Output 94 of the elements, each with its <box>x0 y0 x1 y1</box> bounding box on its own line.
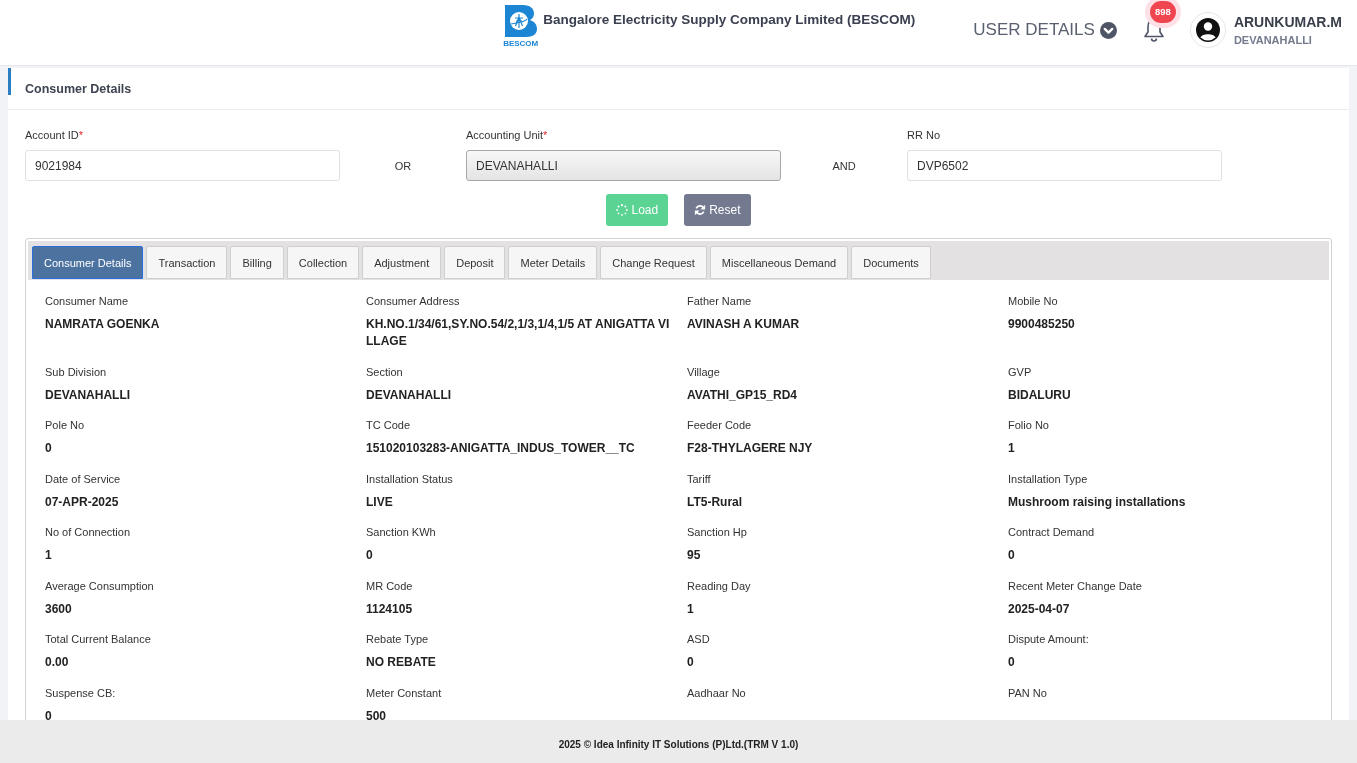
detail-value: BIDALURU <box>1008 386 1072 404</box>
detail-label: Sanction Hp <box>687 525 748 540</box>
detail-label: Date of Service <box>45 471 122 487</box>
detail-label: Suspense CB: <box>45 685 117 701</box>
tab[interactable]: Transaction <box>146 246 228 279</box>
detail-label: Aadhaar No <box>687 685 747 701</box>
notification-badge: 898 <box>1144 0 1181 28</box>
tab[interactable]: Miscellaneous Demand <box>709 246 849 279</box>
detail-label: Section <box>366 364 404 380</box>
detail-label: Contract Demand <box>1008 525 1096 540</box>
logo-icon <box>504 5 537 37</box>
detail-value: DEVANAHALLI <box>366 386 453 404</box>
chevron-down-icon <box>1099 21 1117 39</box>
detail-label: Pole No <box>45 418 86 433</box>
detail-value: 0 <box>687 654 695 671</box>
detail-value: 9900485250 <box>1008 316 1076 333</box>
detail-value: 95 <box>687 547 702 564</box>
logo-caption: BESCOM <box>503 39 539 48</box>
detail-label: Reading Day <box>687 578 752 594</box>
user-name: ARUNKUMAR.M <box>1233 13 1342 30</box>
detail-label: GVP <box>1008 364 1033 380</box>
card-title: Consumer Details <box>25 81 132 96</box>
detail-value: NO REBATE <box>366 654 437 671</box>
detail-value: AVINASH A KUMAR <box>687 316 801 333</box>
detail-value: 2025-04-07 <box>1008 600 1071 618</box>
spinner-icon <box>616 204 629 216</box>
header-title: Bangalore Electricity Supply Company Limited (BESCOM) <box>543 12 916 27</box>
detail-label: PAN No <box>1008 685 1048 701</box>
tab[interactable]: Consumer Details <box>32 246 144 279</box>
field-label: RR No <box>907 128 940 142</box>
detail-value: 3600 <box>45 600 73 618</box>
detail-value: 500 <box>366 707 388 720</box>
detail-value: 151020103283-ANIGATTA_INDUS_TOWER__TC <box>366 440 636 457</box>
detail-value: 1 <box>1008 440 1016 457</box>
field-label: Accounting Unit* <box>466 128 548 142</box>
detail-label: MR Code <box>366 578 414 594</box>
detail-value: 1124105 <box>366 600 414 618</box>
user-location: DEVANAHALLI <box>1233 33 1313 47</box>
detail-label: Father Name <box>687 294 753 309</box>
footer-text: 2025 © Idea Infinity IT Solutions (P)Ltd.(TRM V 1.0) <box>558 739 799 751</box>
tab[interactable]: Change Request <box>600 246 707 279</box>
detail-label: Folio No <box>1008 418 1050 433</box>
detail-value: 0 <box>1008 654 1016 671</box>
detail-label: TC Code <box>366 418 412 433</box>
detail-value: NAMRATA GOENKA <box>45 316 161 333</box>
detail-value: KH.NO.1/34/61,SY.NO.54/2,1/3,1/4,1/5 AT ANIGATTA VILLAGE <box>366 316 671 350</box>
detail-value: 0 <box>366 547 374 564</box>
detail-value: AVATHI_GP15_RD4 <box>687 386 799 404</box>
connector-text: AND <box>832 159 856 172</box>
detail-value: LIVE <box>366 493 394 511</box>
tab[interactable]: Documents <box>851 246 931 279</box>
detail-value: 0 <box>45 707 53 720</box>
input-field[interactable]: DVP6502 <box>907 150 1222 181</box>
tab[interactable]: Collection <box>286 246 360 279</box>
tab[interactable]: Billing <box>230 246 284 279</box>
detail-label: Sub Division <box>45 364 108 380</box>
detail-label: Dispute Amount: <box>1008 632 1090 647</box>
detail-label: Feeder Code <box>687 418 753 433</box>
detail-label: Mobile No <box>1008 294 1059 309</box>
detail-label: Village <box>687 364 721 380</box>
detail-label: ASD <box>687 632 711 647</box>
detail-label: Meter Constant <box>366 685 443 701</box>
detail-label: Installation Status <box>366 471 454 487</box>
detail-value: 1 <box>45 547 53 564</box>
detail-label: Total Current Balance <box>45 632 152 647</box>
tab[interactable]: Deposit <box>444 246 506 279</box>
field-label: Account ID* <box>25 128 84 142</box>
detail-value: 07-APR-2025 <box>45 493 120 511</box>
detail-label: No of Connection <box>45 525 131 540</box>
detail-value: 1 <box>687 600 695 618</box>
detail-value: F28-THYLAGERE NJY <box>687 440 814 457</box>
detail-label: Rebate Type <box>366 632 430 647</box>
detail-label: Consumer Address <box>366 294 461 309</box>
detail-value: 0.00 <box>45 654 70 671</box>
detail-value: 0 <box>45 440 53 457</box>
refresh-icon <box>694 204 707 216</box>
detail-label: Tariff <box>687 471 712 487</box>
tab[interactable]: Adjustment <box>362 246 442 279</box>
connector-text: OR <box>394 159 412 172</box>
detail-label: Sanction KWh <box>366 525 437 540</box>
tab[interactable]: Meter Details <box>508 246 598 279</box>
select-field[interactable]: DEVANAHALLI <box>466 150 781 181</box>
detail-label: Installation Type <box>1008 471 1089 487</box>
input-field[interactable]: 9021984 <box>25 150 340 181</box>
detail-value: Mushroom raising installations <box>1008 493 1187 511</box>
reset-button[interactable]: Reset <box>684 194 751 226</box>
detail-value: 0 <box>1008 547 1016 564</box>
detail-value: DEVANAHALLI <box>45 386 132 404</box>
user-details-menu[interactable]: USER DETAILS <box>973 20 1117 40</box>
detail-label: Consumer Name <box>45 294 130 309</box>
detail-value: LT5-Rural <box>687 493 744 511</box>
detail-label: Average Consumption <box>45 578 155 594</box>
avatar-icon[interactable] <box>1189 12 1226 48</box>
detail-label: Recent Meter Change Date <box>1008 578 1143 594</box>
